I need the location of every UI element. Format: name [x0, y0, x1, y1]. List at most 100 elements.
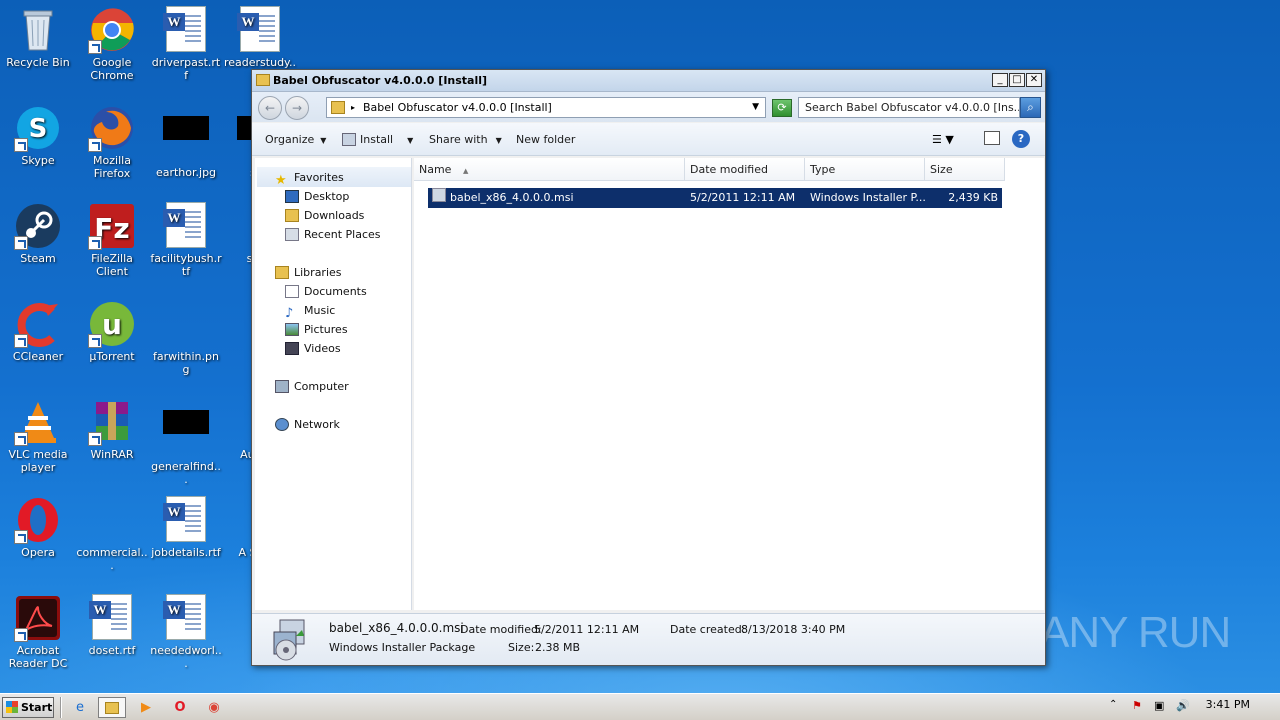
title-bar[interactable]: Babel Obfuscator v4.0.0.0 [Install] _ □ …: [252, 70, 1045, 92]
help-icon[interactable]: ?: [1012, 130, 1030, 148]
desktop-icon-driverpast[interactable]: W driverpast.rtf: [148, 6, 224, 82]
column-header-name[interactable]: Name ▲: [414, 158, 685, 181]
view-options-icon[interactable]: ☰ ▼: [932, 133, 954, 146]
maximize-button[interactable]: □: [1009, 73, 1025, 87]
details-date-modified-label: Date modified:: [460, 623, 542, 636]
media-player-icon[interactable]: ▶: [132, 697, 160, 718]
folder-icon: [256, 74, 270, 86]
desktop-icon-filezilla[interactable]: Fz FileZilla Client: [74, 202, 150, 278]
desktop-icon-label: commercial...: [76, 546, 148, 572]
desktop-icon-farwithin[interactable]: farwithin.png: [148, 300, 224, 376]
action-center-icon[interactable]: ⚑: [1132, 699, 1142, 712]
install-button[interactable]: Install ▼: [342, 133, 413, 146]
window-title: Babel Obfuscator v4.0.0.0 [Install]: [273, 74, 488, 87]
nav-desktop[interactable]: Desktop: [285, 190, 349, 203]
desktop-icon-neededworl[interactable]: W neededworl...: [148, 594, 224, 670]
refresh-button[interactable]: ⟳: [772, 99, 792, 117]
details-date-created-label: Date created:: [670, 623, 746, 636]
taskbar-explorer-button[interactable]: [98, 697, 126, 718]
table-row[interactable]: babel_x86_4.0.0.0.msi 5/2/2011 12:11 AM …: [428, 188, 1002, 208]
desktop-icon-generalfind[interactable]: generalfind...: [148, 398, 224, 486]
shortcut-arrow-icon: [88, 138, 102, 152]
chrome-icon[interactable]: ◉: [200, 697, 228, 718]
desktop-icon-chrome[interactable]: Google Chrome: [74, 6, 150, 82]
new-folder-button[interactable]: New folder: [516, 133, 575, 146]
file-date-modified: 5/2/2011 12:11 AM: [690, 191, 796, 204]
search-input[interactable]: Search Babel Obfuscator v4.0.0.0 [Ins...: [798, 97, 1020, 118]
nav-recent-places[interactable]: Recent Places: [285, 228, 381, 241]
column-header-type[interactable]: Type: [805, 158, 925, 181]
preview-pane-icon[interactable]: [984, 131, 1000, 145]
nav-label: Network: [294, 418, 340, 431]
desktop-icon-jobdetails[interactable]: W jobdetails.rtf: [148, 496, 224, 559]
folder-icon: [331, 101, 345, 114]
close-button[interactable]: ✕: [1026, 73, 1042, 87]
desktop-icon-opera[interactable]: Opera: [0, 496, 76, 559]
desktop-icon-vlc[interactable]: VLC media player: [0, 398, 76, 474]
share-with-label: Share with: [429, 133, 488, 146]
desktop-icon-acrobat[interactable]: Acrobat Reader DC: [0, 594, 76, 670]
start-button[interactable]: Start: [2, 697, 54, 718]
desktop-icon-earthor[interactable]: earthor.jpg: [148, 104, 224, 179]
breadcrumb-arrow-icon[interactable]: ▸: [351, 98, 355, 117]
network-tray-icon[interactable]: ▣: [1154, 699, 1164, 712]
start-label: Start: [21, 701, 53, 714]
chevron-down-icon[interactable]: ▼: [752, 98, 759, 117]
shortcut-arrow-icon: [88, 40, 102, 54]
nav-pictures[interactable]: Pictures: [285, 323, 348, 336]
breadcrumb[interactable]: Babel Obfuscator v4.0.0.0 [Install]: [363, 98, 552, 117]
explorer-window[interactable]: Babel Obfuscator v4.0.0.0 [Install] _ □ …: [251, 69, 1046, 666]
nav-label: Music: [304, 304, 336, 317]
downloads-icon: [285, 209, 299, 222]
nav-label: Computer: [294, 380, 349, 393]
address-bar[interactable]: ▸ Babel Obfuscator v4.0.0.0 [Install] ▼: [326, 97, 766, 118]
installer-package-icon: [270, 618, 312, 662]
forward-button[interactable]: →: [285, 96, 309, 120]
nav-videos[interactable]: Videos: [285, 342, 341, 355]
opera-icon[interactable]: O: [166, 697, 194, 718]
organize-button[interactable]: Organize ▼: [265, 133, 326, 146]
desktop-icon-steam[interactable]: Steam: [0, 202, 76, 265]
windows-logo-icon: [6, 701, 18, 713]
share-with-button[interactable]: Share with ▼: [429, 133, 502, 146]
nav-documents[interactable]: Documents: [285, 285, 367, 298]
desktop-icon-firefox[interactable]: Mozilla Firefox: [74, 104, 150, 180]
taskbar-clock[interactable]: 3:41 PM: [1206, 698, 1250, 711]
desktop-icon-ccleaner[interactable]: CCleaner: [0, 300, 76, 363]
word-document-icon: W: [162, 202, 210, 250]
desktop-icon-skype[interactable]: S Skype: [0, 104, 76, 167]
details-size: 2.38 MB: [535, 641, 581, 654]
navigation-pane: ★ Favorites Desktop Downloads Recent Plac…: [255, 158, 412, 610]
file-name: babel_x86_4.0.0.0.msi: [450, 191, 574, 204]
nav-label: Downloads: [304, 209, 365, 222]
back-button[interactable]: ←: [258, 96, 282, 120]
nav-network[interactable]: Network: [275, 418, 340, 431]
internet-explorer-icon[interactable]: e: [66, 697, 94, 718]
minimize-button[interactable]: _: [992, 73, 1008, 87]
desktop-icon-label: Skype: [21, 154, 55, 167]
nav-downloads[interactable]: Downloads: [285, 209, 364, 222]
nav-favorites[interactable]: ★ Favorites: [275, 171, 344, 187]
videos-icon: [285, 342, 299, 355]
details-file-name: babel_x86_4.0.0.0.msi: [329, 621, 464, 635]
nav-music[interactable]: ♪ Music: [285, 304, 335, 320]
desktop-icon-recycle-bin[interactable]: Recycle Bin: [0, 6, 76, 69]
desktop-icon-utorrent[interactable]: u µTorrent: [74, 300, 150, 363]
volume-icon[interactable]: 🔊: [1176, 699, 1190, 712]
desktop-icon-winrar[interactable]: WinRAR: [74, 398, 150, 461]
show-hidden-icons-button[interactable]: ⌃: [1109, 699, 1117, 710]
nav-label: Recent Places: [304, 228, 381, 241]
search-icon[interactable]: ⌕: [1020, 97, 1041, 118]
column-header-date-modified[interactable]: Date modified: [685, 158, 805, 181]
desktop-icon-doset[interactable]: W doset.rtf: [74, 594, 150, 657]
recent-places-icon: [285, 228, 299, 241]
filezilla-icon: Fz: [88, 202, 136, 250]
nav-libraries[interactable]: Libraries: [275, 266, 342, 279]
desktop-icon-label: Acrobat Reader DC: [8, 644, 68, 670]
desktop-icon-commercial[interactable]: commercial...: [74, 496, 150, 572]
desktop-icon-facilitybush[interactable]: W facilitybush.rtf: [148, 202, 224, 278]
nav-computer[interactable]: Computer: [275, 380, 349, 393]
nav-label: Desktop: [304, 190, 350, 203]
file-list[interactable]: Name ▲ Date modified Type Size babel_x86…: [414, 158, 1044, 610]
column-header-size[interactable]: Size: [925, 158, 1005, 181]
